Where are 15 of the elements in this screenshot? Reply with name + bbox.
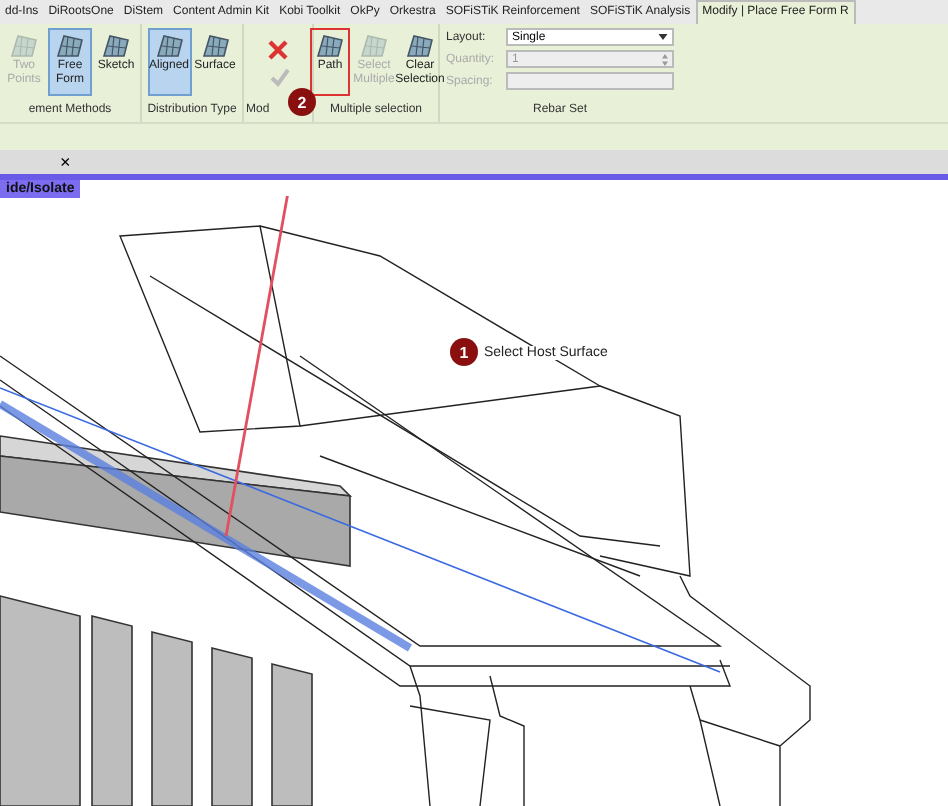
close-icon[interactable]: × <box>60 150 71 174</box>
grid-icon <box>314 32 346 60</box>
grid-icon <box>404 32 436 60</box>
input-field[interactable] <box>506 72 674 90</box>
spinner-arrows-icon <box>662 53 668 65</box>
grid-icon <box>100 32 132 60</box>
grid-icon <box>54 32 86 60</box>
check-icon[interactable] <box>269 68 289 88</box>
grid-icon <box>199 32 231 60</box>
grid-icon <box>358 32 390 60</box>
caret-icon <box>658 34 668 40</box>
grid-icon <box>153 32 185 60</box>
grid-icon <box>8 32 40 60</box>
step-badge: 1 <box>450 338 478 366</box>
cancel-icon[interactable] <box>267 40 287 60</box>
